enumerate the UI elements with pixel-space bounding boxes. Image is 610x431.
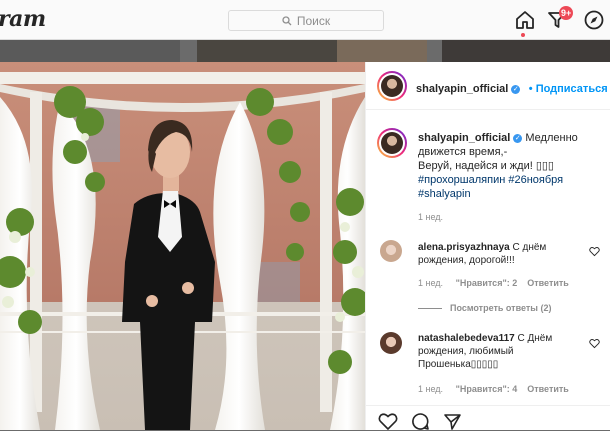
caption-avatar[interactable] bbox=[377, 128, 407, 158]
post-image[interactable] bbox=[0, 62, 365, 430]
comment-icon[interactable] bbox=[411, 412, 430, 431]
post-header: shalyapin_official ✓ • Подписаться bbox=[366, 62, 610, 110]
comment-time[interactable]: 1 нед. bbox=[418, 278, 443, 288]
comment-username[interactable]: natashalebedeva117 bbox=[418, 333, 515, 344]
author-username[interactable]: shalyapin_official bbox=[416, 83, 508, 95]
caption: shalyapin_official ✓ Медленно движется вр… bbox=[418, 131, 600, 201]
background-feed-image bbox=[0, 40, 180, 62]
reply-button[interactable]: Ответить bbox=[527, 278, 569, 288]
comment-time[interactable]: 1 нед. bbox=[418, 384, 443, 394]
instagram-logo[interactable]: ram bbox=[0, 6, 46, 32]
post-side-panel: shalyapin_official ✓ • Подписаться shalya… bbox=[365, 62, 610, 431]
comment-meta: 1 нед. "Нравится": 2 Ответить bbox=[418, 278, 569, 288]
top-nav: ram Поиск 9+ bbox=[0, 0, 610, 40]
comment-likes[interactable]: "Нравится": 4 bbox=[456, 384, 518, 394]
notification-dot bbox=[521, 33, 525, 37]
explore-icon[interactable] bbox=[583, 9, 605, 31]
comment-like-icon[interactable] bbox=[589, 338, 600, 349]
comment-username[interactable]: alena.prisyazhnaya bbox=[418, 242, 510, 253]
post-actions bbox=[366, 405, 610, 431]
comment-likes[interactable]: "Нравится": 2 bbox=[456, 278, 518, 288]
search-placeholder: Поиск bbox=[296, 13, 331, 28]
caption-time[interactable]: 1 нед. bbox=[418, 212, 443, 222]
verified-icon: ✓ bbox=[513, 134, 523, 143]
comment-meta: 1 нед. "Нравится": 4 Ответить bbox=[418, 384, 569, 394]
verified-icon: ✓ bbox=[511, 85, 521, 94]
follow-button[interactable]: • Подписаться bbox=[529, 83, 608, 95]
background-feed-image bbox=[337, 40, 427, 62]
commenter-avatar[interactable] bbox=[380, 240, 402, 262]
comment-like-icon[interactable] bbox=[589, 246, 600, 257]
follow-label[interactable]: Подписаться bbox=[536, 83, 608, 95]
share-icon[interactable] bbox=[443, 412, 462, 431]
reply-button[interactable]: Ответить bbox=[527, 384, 569, 394]
comment: alena.prisyazhnaya С днём рождения, доро… bbox=[418, 241, 588, 267]
search-input[interactable]: Поиск bbox=[228, 10, 384, 31]
replies-divider bbox=[418, 308, 442, 309]
like-icon[interactable] bbox=[378, 412, 398, 431]
background-feed-image bbox=[197, 40, 337, 62]
caption-line-2: Веруй, надейся и жди! ▯▯▯ bbox=[418, 160, 554, 172]
author-avatar[interactable] bbox=[377, 71, 407, 101]
comment: natashalebedeva117 С Днём рождения, люби… bbox=[418, 332, 583, 371]
commenter-avatar[interactable] bbox=[380, 332, 402, 354]
home-icon[interactable] bbox=[514, 9, 536, 31]
search-icon bbox=[282, 15, 292, 25]
view-replies-button[interactable]: Посмотреть ответы (2) bbox=[450, 303, 551, 313]
activity-badge: 9+ bbox=[559, 6, 574, 20]
background-feed-image bbox=[442, 40, 610, 62]
caption-username[interactable]: shalyapin_official bbox=[418, 132, 510, 144]
caption-hashtags[interactable]: #прохоршаляпин #26ноября #shalyapin bbox=[418, 174, 563, 200]
